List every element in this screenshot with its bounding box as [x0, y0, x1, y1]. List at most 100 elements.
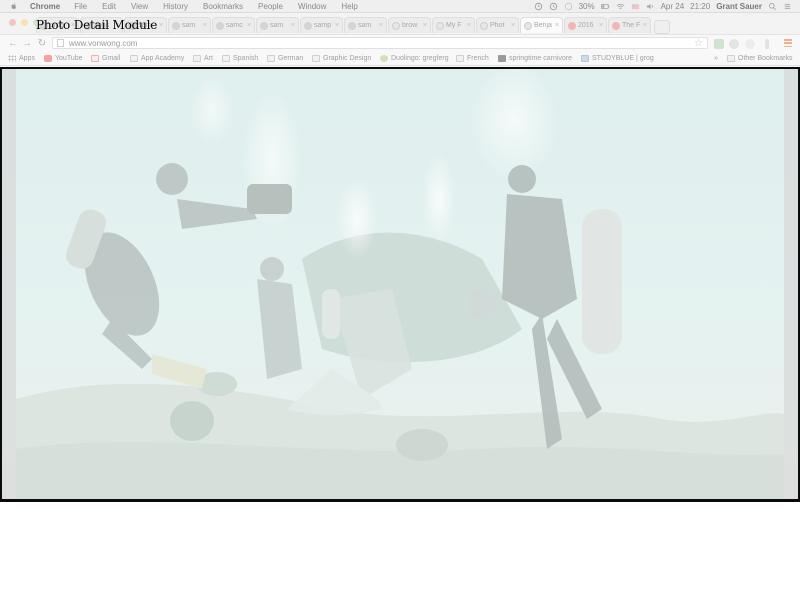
tab-close-icon[interactable]: ×	[247, 22, 251, 29]
menu-history[interactable]: History	[163, 2, 188, 11]
bookmark-folder-art[interactable]: Art	[193, 53, 213, 63]
apple-icon[interactable]	[10, 2, 22, 10]
menu-bar-user[interactable]: Grant Sauer	[716, 2, 762, 11]
bookmark-springtime-carnivore[interactable]: springtime carnivore	[498, 53, 572, 63]
tab-close-icon[interactable]: ×	[467, 22, 471, 29]
menu-view[interactable]: View	[131, 2, 148, 11]
tab-close-icon[interactable]: ×	[335, 22, 339, 29]
clock-icon[interactable]	[549, 2, 558, 11]
soundcloud-icon	[498, 54, 506, 62]
bookmark-label: YouTube	[55, 54, 83, 62]
timer-icon[interactable]	[534, 2, 543, 11]
menu-app-name[interactable]: Chrome	[30, 2, 60, 11]
tab-label: sam	[358, 22, 372, 29]
search-icon[interactable]	[768, 2, 777, 11]
tab-label: The F	[622, 22, 641, 29]
tab[interactable]: 2016 ×	[564, 17, 607, 33]
menu-bookmarks[interactable]: Bookmarks	[203, 2, 243, 11]
bookmark-duolingo[interactable]: Duolingo: gregferg	[380, 53, 449, 63]
tab-close-icon[interactable]: ×	[423, 22, 427, 29]
extension-icon[interactable]	[714, 39, 724, 49]
bookmark-label: springtime carnivore	[509, 54, 573, 62]
tab[interactable]: sam ×	[256, 17, 299, 33]
chrome-menu-icon[interactable]	[784, 39, 792, 47]
browser-toolbar: ← → ↻ www.vonwong.com ☆	[0, 34, 800, 52]
bookmark-studyblue[interactable]: STUDYBLUE | grog	[581, 53, 654, 63]
bookmark-star-icon[interactable]: ☆	[694, 38, 703, 49]
document-icon	[480, 21, 488, 30]
tab-close-icon[interactable]: ×	[555, 22, 559, 29]
tab-close-icon[interactable]: ×	[379, 22, 383, 29]
tab-close-icon[interactable]: ×	[643, 22, 647, 29]
bookmark-folder-app-academy[interactable]: App Academy	[130, 53, 184, 63]
extension-icon[interactable]	[745, 39, 755, 49]
document-icon	[524, 21, 532, 30]
document-icon	[392, 21, 400, 30]
tab-close-icon[interactable]: ×	[511, 22, 515, 29]
youtube-icon	[44, 54, 52, 62]
extension-icon[interactable]	[729, 39, 739, 49]
new-tab-button[interactable]	[654, 20, 670, 34]
tab-close-icon[interactable]: ×	[599, 22, 603, 29]
menu-help[interactable]: Help	[341, 2, 357, 11]
bookmark-label: Graphic Design	[323, 54, 372, 62]
document-icon	[436, 21, 444, 30]
back-arrow-icon[interactable]: ←	[8, 38, 18, 49]
battery-icon[interactable]	[600, 2, 610, 11]
flag-icon[interactable]	[631, 2, 640, 11]
tab[interactable]: sam ×	[168, 17, 211, 33]
tab[interactable]: sam ×	[344, 17, 387, 33]
tab[interactable]: samp ×	[300, 17, 343, 33]
extension-icon[interactable]	[765, 39, 769, 49]
volume-icon[interactable]	[646, 2, 655, 11]
tab-close-icon[interactable]: ×	[291, 22, 295, 29]
battery-percent: 30%	[578, 1, 595, 11]
menu-bar-time: 21:20	[690, 1, 711, 11]
underwater-photo[interactable]	[2, 69, 798, 499]
tab-label: brow	[402, 22, 418, 29]
bookmark-label: Art	[204, 54, 213, 62]
github-icon	[172, 21, 180, 30]
bookmark-gmail[interactable]: Gmail	[91, 53, 120, 63]
reload-icon[interactable]: ↻	[37, 38, 47, 49]
menu-file[interactable]: File	[74, 2, 87, 11]
wifi-icon[interactable]	[616, 2, 625, 11]
underwater-scene-illustration	[2, 69, 798, 499]
minimize-window-button[interactable]	[21, 19, 28, 26]
menu-bar-status-area: 30% Apr 24 21:20 Grant Sauer	[534, 0, 792, 12]
other-bookmarks[interactable]: Other Bookmarks	[727, 53, 792, 63]
tab-label: sam	[182, 22, 196, 29]
bookmark-label: Spanish	[233, 54, 259, 62]
bookmark-label: STUDYBLUE | grog	[592, 54, 654, 62]
tab[interactable]: brow ×	[388, 17, 431, 33]
tab-close-icon[interactable]: ×	[159, 22, 163, 29]
bookmark-folder-spanish[interactable]: Spanish	[222, 53, 258, 63]
menu-window[interactable]: Window	[298, 2, 326, 11]
tab-close-icon[interactable]: ×	[203, 22, 207, 29]
bookmark-folder-graphic-design[interactable]: Graphic Design	[312, 53, 371, 63]
bookmark-folder-french[interactable]: French	[456, 53, 489, 63]
tab[interactable]: samc ×	[212, 17, 255, 33]
github-icon	[304, 21, 312, 30]
bookmark-youtube[interactable]: YouTube	[44, 53, 83, 63]
tab-label: Phot	[490, 22, 505, 29]
cloud-icon[interactable]	[564, 2, 573, 11]
duolingo-icon	[380, 54, 388, 62]
bookmark-apps[interactable]: Apps	[8, 53, 35, 63]
bookmarks-overflow-chevron[interactable]: »	[714, 53, 718, 63]
bookmark-folder-german[interactable]: German	[267, 53, 303, 63]
apps-grid-icon	[8, 54, 16, 62]
list-icon[interactable]	[783, 2, 792, 11]
address-bar[interactable]: www.vonwong.com ☆	[52, 37, 708, 49]
tab[interactable]: Phot ×	[476, 17, 519, 33]
close-window-button[interactable]	[9, 19, 16, 26]
tab-active[interactable]: Benja ×	[520, 17, 563, 33]
menu-people[interactable]: People	[258, 2, 283, 11]
red-icon	[612, 21, 620, 30]
tab-label: samp	[314, 22, 332, 29]
menu-edit[interactable]: Edit	[102, 2, 116, 11]
tab[interactable]: The F ×	[608, 17, 651, 33]
tab-label: My F	[446, 22, 462, 29]
tab[interactable]: My F ×	[432, 17, 475, 33]
forward-arrow-icon[interactable]: →	[22, 38, 32, 49]
